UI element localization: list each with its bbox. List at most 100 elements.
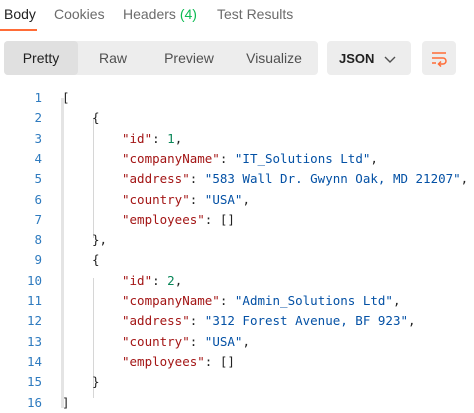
json-string: "312 Forest Avenue, BF 923" xyxy=(204,313,408,329)
json-punctuation: : xyxy=(189,171,205,187)
json-punctuation: , xyxy=(408,313,416,329)
tab-body-label: Body xyxy=(4,6,36,22)
line-number: 7 xyxy=(34,211,42,227)
json-punctuation: : [] xyxy=(204,353,235,369)
json-key: "employees" xyxy=(122,211,205,227)
code-text: }, xyxy=(92,230,107,250)
code-text: "companyName": "Admin_Solutions Ltd", xyxy=(122,291,400,311)
json-punctuation: { xyxy=(92,252,100,268)
json-key: "address" xyxy=(122,313,190,329)
json-punctuation: } xyxy=(92,374,100,390)
json-string: "IT_Solutions Ltd" xyxy=(234,150,371,166)
json-punctuation: : xyxy=(152,272,168,288)
json-key: "address" xyxy=(122,171,190,187)
line-number: 15 xyxy=(26,374,42,390)
headers-count-badge: (4) xyxy=(179,6,197,22)
json-number: 1 xyxy=(167,130,175,146)
code-line: 5 "address": "583 Wall Dr. Gwynn Oak, MD … xyxy=(0,169,474,189)
code-text: "companyName": "IT_Solutions Ltd", xyxy=(122,149,378,169)
code-text: ] xyxy=(62,393,70,413)
json-punctuation: , xyxy=(174,272,183,288)
code-text: [ xyxy=(62,88,70,108)
code-text: "country": "USA", xyxy=(122,190,250,210)
json-punctuation: : xyxy=(189,333,205,349)
code-line: 15} xyxy=(0,372,474,392)
tab-cookies[interactable]: Cookies xyxy=(54,6,105,22)
json-key: "employees" xyxy=(122,353,205,369)
json-punctuation: , xyxy=(370,150,378,166)
line-number: 2 xyxy=(34,110,42,126)
active-tab-indicator xyxy=(0,29,37,31)
view-mode-preview[interactable]: Preview xyxy=(148,41,230,75)
json-key: "id" xyxy=(122,272,153,288)
wrap-lines-button[interactable] xyxy=(422,41,456,75)
line-number: 12 xyxy=(26,313,42,329)
json-punctuation: , xyxy=(242,333,250,349)
json-key: "companyName" xyxy=(122,150,220,166)
line-number: 1 xyxy=(34,90,42,105)
language-label: JSON xyxy=(339,51,375,66)
code-text: "employees": [] xyxy=(122,352,235,372)
line-number: 8 xyxy=(34,232,42,248)
json-punctuation: , xyxy=(242,191,250,207)
json-key: "companyName" xyxy=(122,293,220,308)
chevron-down-icon xyxy=(384,53,396,68)
tab-cookies-label: Cookies xyxy=(54,6,105,22)
json-punctuation: [ xyxy=(62,90,70,105)
code-line: 7 "employees": [] xyxy=(0,210,474,230)
response-tabs: Body Cookies Headers (4) Test Results xyxy=(0,0,474,32)
json-punctuation: : xyxy=(219,150,235,166)
line-number: 9 xyxy=(34,252,42,268)
code-text: { xyxy=(92,108,100,128)
line-number: 11 xyxy=(26,293,42,308)
code-line: 3 "id": 1, xyxy=(0,129,474,149)
json-key: "country" xyxy=(122,191,190,207)
json-key: "country" xyxy=(122,333,190,349)
json-string: "583 Wall Dr. Gwynn Oak, MD 21207" xyxy=(204,171,461,187)
tab-headers-label: Headers xyxy=(123,6,176,22)
code-line: 13 "country": "USA", xyxy=(0,332,474,352)
line-number: 14 xyxy=(26,353,42,369)
view-mode-raw[interactable]: Raw xyxy=(78,41,148,75)
tab-test-results[interactable]: Test Results xyxy=(217,6,293,22)
code-text: { xyxy=(92,250,100,270)
line-number: 16 xyxy=(26,394,42,410)
code-line: 1[ xyxy=(0,88,474,108)
view-mode-pretty[interactable]: Pretty xyxy=(4,41,78,75)
json-punctuation: : [] xyxy=(204,211,235,227)
json-punctuation: : xyxy=(189,191,205,207)
view-mode-visualize[interactable]: Visualize xyxy=(230,41,318,75)
json-punctuation: , xyxy=(174,130,183,146)
code-text: "country": "USA", xyxy=(122,332,250,352)
json-punctuation: : xyxy=(219,293,235,308)
code-text: "address": "312 Forest Avenue, BF 923", xyxy=(122,311,416,331)
line-number: 10 xyxy=(26,272,42,288)
code-line: 2{ xyxy=(0,108,474,128)
code-text: "address": "583 Wall Dr. Gwynn Oak, MD 2… xyxy=(122,169,468,189)
code-line: 6 "country": "USA", xyxy=(0,190,474,210)
json-punctuation: : xyxy=(189,313,205,329)
tab-headers[interactable]: Headers (4) xyxy=(123,6,197,22)
json-punctuation: ] xyxy=(62,394,70,410)
code-text: "employees": [] xyxy=(122,210,235,230)
code-line: 10 "id": 2, xyxy=(0,271,474,291)
json-string: "USA" xyxy=(204,333,243,349)
code-text: } xyxy=(92,372,100,392)
code-line: 11 "companyName": "Admin_Solutions Ltd", xyxy=(0,291,474,311)
view-mode-selector: Pretty Raw Preview Visualize xyxy=(4,41,318,75)
json-punctuation: , xyxy=(392,293,401,308)
json-key: "id" xyxy=(122,130,153,146)
line-number: 3 xyxy=(34,130,42,146)
tab-test-results-label: Test Results xyxy=(217,6,294,22)
language-dropdown[interactable]: JSON xyxy=(327,41,411,75)
line-number: 13 xyxy=(26,333,42,349)
code-line: 4 "companyName": "IT_Solutions Ltd", xyxy=(0,149,474,169)
json-string: "USA" xyxy=(204,191,243,207)
json-string: "Admin_Solutions Ltd" xyxy=(234,293,393,308)
tab-body[interactable]: Body xyxy=(4,6,36,22)
line-number: 5 xyxy=(34,171,42,187)
json-number: 2 xyxy=(167,272,175,288)
code-line: 12 "address": "312 Forest Avenue, BF 923"… xyxy=(0,311,474,331)
json-punctuation: }, xyxy=(92,232,108,248)
json-punctuation: { xyxy=(92,110,100,126)
